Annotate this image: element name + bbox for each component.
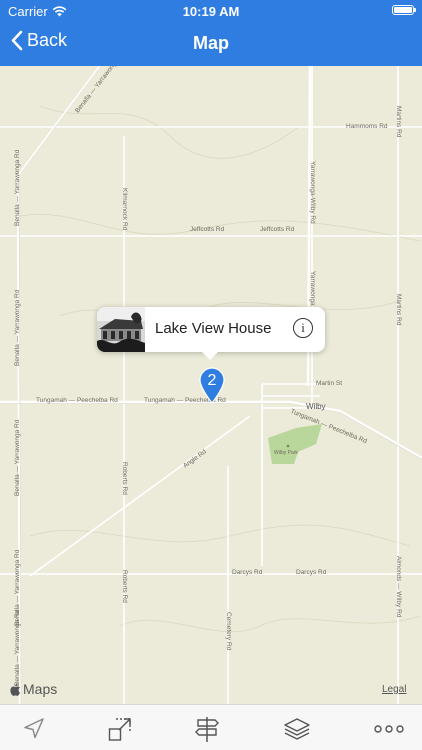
road-label: Benalla — Yarrawonga Rd — [14, 609, 21, 686]
expand-button[interactable] — [106, 715, 134, 743]
park-label: Wilby Park — [274, 450, 298, 456]
battery-icon — [392, 5, 416, 15]
road-label: Roberts Rd — [121, 462, 128, 495]
road-label: Darcys Rd — [296, 569, 327, 576]
road-label: Roberts Rd — [121, 570, 128, 603]
location-arrow-icon — [24, 718, 44, 739]
road-label: Tungamah — Peechelba Rd — [36, 397, 118, 404]
app-screen: Carrier 10:19 AM Back Map Benalla — Yarr… — [0, 0, 422, 750]
road-label: Benalla — Yarrawonga Rd — [14, 289, 21, 366]
road-label: Benalla — Yarrawonga Rd — [14, 419, 21, 496]
maps-logo-text: Maps — [23, 681, 58, 697]
page-title: Map — [193, 33, 229, 53]
road-label: Yarrawonga-Wilby Rd — [309, 161, 316, 224]
apple-logo-icon — [10, 683, 20, 696]
place-callout[interactable]: Lake View House i — [97, 307, 325, 360]
road-label: Jeffcotts Rd — [190, 226, 225, 233]
road-label: Almonds — Wilby Rd — [395, 556, 402, 618]
expand-icon — [108, 718, 131, 741]
status-bar: Carrier 10:19 AM — [0, 0, 422, 22]
cluster-count: 2 — [207, 372, 217, 389]
callout-title: Lake View House — [155, 320, 272, 337]
road-label: Martin St — [316, 380, 343, 387]
bottom-toolbar — [0, 704, 422, 750]
more-icon — [374, 725, 404, 733]
road-label: Martins Rd — [395, 294, 402, 326]
road-label: Darcys Rd — [232, 569, 263, 576]
more-button[interactable] — [374, 715, 404, 743]
maps-attribution-logo: Maps — [10, 681, 57, 697]
status-time: 10:19 AM — [182, 4, 240, 19]
wilby-park-area — [268, 424, 322, 464]
current-location-button[interactable] — [20, 715, 48, 743]
info-icon[interactable]: i — [293, 318, 313, 338]
road-label: Benalla — Yarrawonga Rd — [14, 149, 21, 226]
signpost-icon — [195, 717, 219, 742]
road-label: Cemetery Rd — [225, 612, 232, 651]
road-label: Hammoms Rd — [346, 123, 388, 130]
road-label: Martins Rd — [395, 106, 402, 138]
directions-button[interactable] — [193, 715, 221, 743]
town-label: Wilby — [306, 402, 326, 411]
legal-link[interactable]: Legal — [382, 684, 406, 695]
road-label: Jeffcotts Rd — [260, 226, 295, 233]
house-photo-thumbnail — [97, 307, 145, 352]
top-bar: Carrier 10:19 AM Back Map — [0, 0, 422, 66]
road-label: Kilmarnock Rd — [121, 188, 128, 231]
layers-icon — [284, 718, 310, 740]
road-label: Yarrawonga — [309, 271, 316, 306]
layers-button[interactable] — [283, 715, 311, 743]
nav-bar: Back Map — [0, 22, 422, 66]
cluster-marker[interactable]: 2 — [198, 366, 226, 404]
place-thumbnail — [97, 307, 145, 352]
